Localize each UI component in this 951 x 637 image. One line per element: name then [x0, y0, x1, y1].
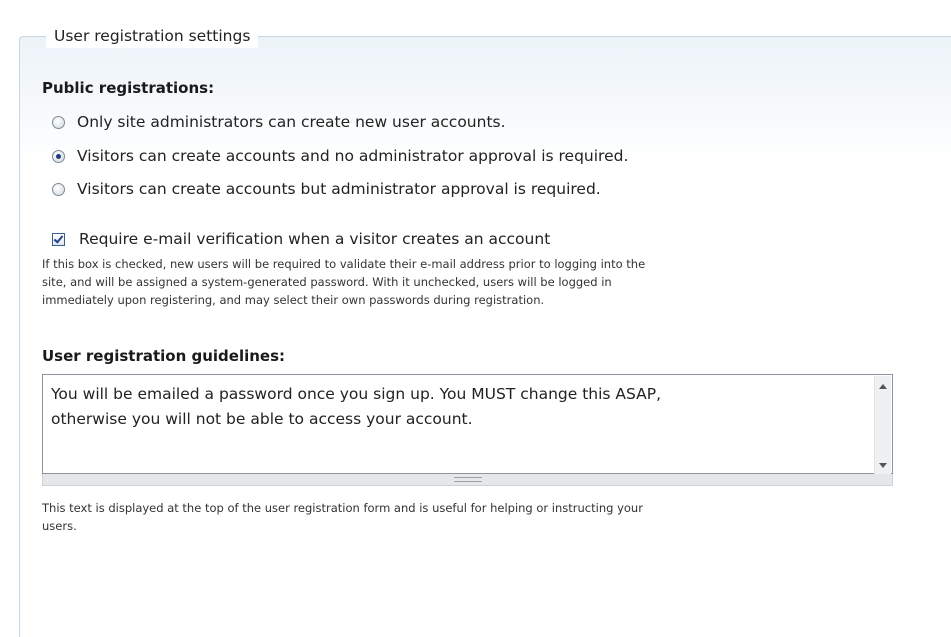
description-line: This text is displayed at the top of the…	[42, 501, 643, 515]
radio-button-icon[interactable]	[52, 149, 65, 163]
fieldset-legend: User registration settings	[46, 24, 259, 48]
resize-grip-icon[interactable]	[454, 477, 482, 482]
email-verification-option[interactable]: Require e-mail verification when a visit…	[52, 229, 550, 249]
radio-option-label: Only site administrators can create new …	[77, 113, 506, 131]
textarea-line: otherwise you will not be able to access…	[51, 410, 473, 428]
radio-button-icon[interactable]	[52, 115, 65, 129]
guidelines-textarea[interactable]: You will be emailed a password once you …	[42, 374, 893, 474]
radio-option-visitors-approval[interactable]: Visitors can create accounts but adminis…	[52, 179, 601, 199]
textarea-resize-handle[interactable]	[42, 474, 893, 486]
textarea-line: You will be emailed a password once you …	[51, 385, 662, 403]
description-line: immediately upon registering, and may se…	[42, 293, 545, 307]
description-line: users.	[42, 519, 77, 533]
radio-option-label: Visitors can create accounts and no admi…	[77, 147, 629, 165]
scroll-up-arrow-icon[interactable]	[879, 384, 887, 389]
radio-option-visitors-no-approval[interactable]: Visitors can create accounts and no admi…	[52, 146, 628, 166]
guidelines-textarea-wrapper: You will be emailed a password once you …	[42, 374, 893, 486]
public-registrations-label: Public registrations:	[42, 79, 215, 97]
checkbox-icon[interactable]	[52, 232, 65, 246]
textarea-scrollbar[interactable]	[874, 376, 891, 474]
scroll-down-arrow-icon[interactable]	[879, 463, 887, 468]
guidelines-description: This text is displayed at the top of the…	[42, 499, 932, 535]
radio-option-admins-only[interactable]: Only site administrators can create new …	[52, 112, 506, 132]
description-line: If this box is checked, new users will b…	[42, 257, 646, 271]
radio-option-label: Visitors can create accounts but adminis…	[77, 180, 601, 198]
guidelines-label: User registration guidelines:	[42, 347, 286, 365]
email-verification-description: If this box is checked, new users will b…	[42, 255, 932, 309]
description-line: site, and will be assigned a system-gene…	[42, 275, 612, 289]
radio-button-icon[interactable]	[52, 182, 65, 196]
email-verification-label: Require e-mail verification when a visit…	[79, 230, 551, 248]
